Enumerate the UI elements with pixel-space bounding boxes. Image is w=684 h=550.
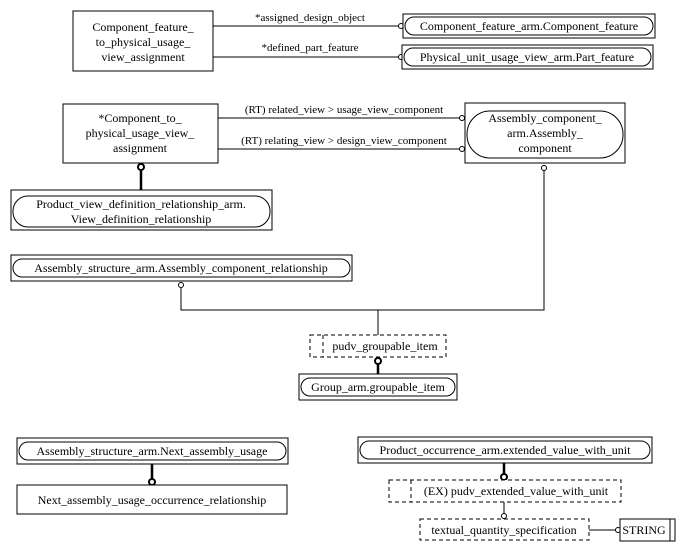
entity-label-line-3: assignment (113, 141, 168, 155)
simple-type-string[interactable]: STRING (619, 518, 676, 542)
entity-component-feature[interactable]: Component_feature_arm.Component_feature (402, 13, 656, 39)
type-label: textual_quantity_specification (431, 523, 576, 537)
entity-next-assembly-usage[interactable]: Assembly_structure_arm.Next_assembly_usa… (16, 437, 289, 465)
entity-label-line-2: arm.Assembly_ (507, 126, 584, 140)
select-label: pudv_groupable_item (332, 339, 438, 353)
select-pudv-groupable-item[interactable]: pudv_groupable_item (309, 334, 447, 358)
select-pudv-extended-value-with-unit[interactable]: (EX) pudv_extended_value_with_unit (388, 479, 622, 503)
entity-extended-value-with-unit[interactable]: Product_occurrence_arm.extended_value_wi… (357, 436, 653, 464)
entity-assembly-component-relationship[interactable]: Assembly_structure_arm.Assembly_componen… (10, 254, 353, 282)
entity-label-line-3: view_assignment (101, 50, 185, 64)
subtype-circle-icon (137, 163, 145, 171)
entity-label: Group_arm.groupable_item (311, 380, 445, 394)
subtype-circle-icon (500, 473, 508, 481)
relation-label-relating-view: (RT) relating_view > design_view_compone… (241, 135, 447, 147)
entity-label-line-2: physical_usage_view_ (86, 126, 196, 140)
entity-groupable-item[interactable]: Group_arm.groupable_item (298, 373, 458, 401)
type-label: STRING (622, 523, 666, 537)
select-end-circle-icon (541, 165, 547, 171)
entity-label: Assembly_structure_arm.Assembly_componen… (34, 261, 328, 275)
relation-end-circle-icon (459, 115, 465, 121)
express-g-diagram: Component_feature_ to_physical_usage_ vi… (10, 10, 676, 542)
entity-label-line-2: View_definition_relationship (71, 212, 212, 226)
entity-label: Component_feature_arm.Component_feature (420, 19, 638, 33)
subtype-circle-icon (148, 478, 156, 486)
entity-label-line-1: *Component_to_ (98, 111, 182, 125)
entity-next-assembly-usage-occurrence-relationship[interactable]: Next_assembly_usage_occurrence_relations… (16, 484, 288, 515)
type-textual-quantity-specification[interactable]: textual_quantity_specification (419, 518, 590, 541)
relation-label-related-view: (RT) related_view > usage_view_component (245, 104, 443, 116)
entity-component-to-physical-usage-view-assignment[interactable]: *Component_to_ physical_usage_view_ assi… (62, 103, 219, 164)
entity-label-line-2: to_physical_usage_ (96, 35, 192, 49)
entity-part-feature[interactable]: Physical_unit_usage_view_arm.Part_featur… (401, 44, 654, 70)
entity-label-line-1: Product_view_definition_relationship_arm… (36, 197, 246, 211)
entity-assembly-component[interactable]: Assembly_component_ arm.Assembly_ compon… (464, 102, 626, 164)
entity-label: Next_assembly_usage_occurrence_relations… (38, 493, 267, 507)
select-label: (EX) pudv_extended_value_with_unit (424, 484, 609, 498)
entity-label-line-3: component (518, 141, 572, 155)
select-end-circle-icon (501, 513, 507, 519)
relation-end-circle-icon (459, 146, 465, 152)
relation-label-defined-part-feature: *defined_part_feature (261, 42, 358, 54)
entity-label-line-1: Assembly_component_ (488, 111, 602, 125)
entity-label: Physical_unit_usage_view_arm.Part_featur… (420, 50, 634, 64)
relation-label-assigned-design-object: *assigned_design_object (255, 12, 365, 24)
entity-view-definition-relationship[interactable]: Product_view_definition_relationship_arm… (10, 189, 273, 231)
entity-label-line-1: Component_feature_ (92, 20, 194, 34)
select-end-circle-icon (178, 282, 184, 288)
entity-component-feature-to-physical-usage-view-assignment[interactable]: Component_feature_ to_physical_usage_ vi… (72, 10, 214, 72)
entity-label: Assembly_structure_arm.Next_assembly_usa… (37, 444, 268, 458)
subtype-circle-icon (374, 357, 382, 365)
entity-label: Product_occurrence_arm.extended_value_wi… (380, 443, 632, 457)
